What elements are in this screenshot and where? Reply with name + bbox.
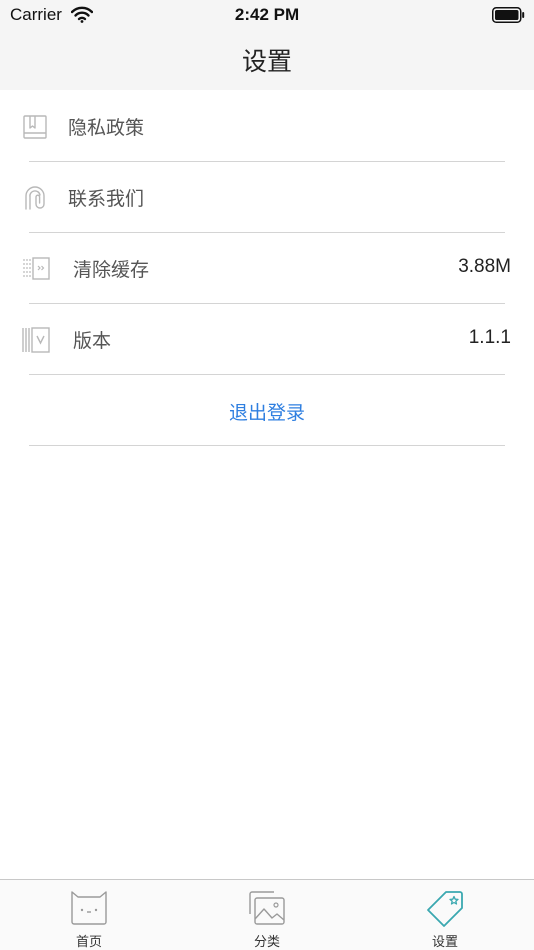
settings-list: 隐私政策 联系我们 清除缓存 3.88M 版本 1.1.1 退出登录 — [0, 91, 534, 446]
clear-cache-icon — [21, 255, 50, 283]
settings-row-version[interactable]: 版本 1.1.1 — [0, 304, 534, 375]
page-title: 设置 — [241, 47, 292, 76]
logout-button[interactable]: 退出登录 — [0, 375, 534, 446]
tab-label: 首页 — [75, 935, 102, 950]
status-time: 2:42 PM — [234, 5, 300, 24]
settings-row-clear-cache[interactable]: 清除缓存 3.88M — [0, 233, 534, 304]
contact-icon — [21, 184, 49, 212]
settings-row-privacy-policy[interactable]: 隐私政策 — [0, 91, 534, 162]
gallery-icon — [247, 888, 287, 928]
version-value: 1.1.1 — [468, 327, 511, 348]
settings-row-label: 清除缓存 — [73, 259, 150, 281]
settings-row-label: 隐私政策 — [68, 117, 145, 139]
home-face-icon — [69, 888, 109, 928]
tab-home[interactable]: 首页 — [0, 880, 178, 950]
settings-row-label: 联系我们 — [68, 188, 145, 210]
book-icon — [21, 113, 49, 141]
settings-row-contact-us[interactable]: 联系我们 — [0, 162, 534, 233]
tab-label: 分类 — [253, 935, 280, 950]
cache-size-value: 3.88M — [458, 256, 511, 277]
tab-category[interactable]: 分类 — [178, 880, 356, 950]
version-icon — [21, 326, 50, 354]
logout-label: 退出登录 — [228, 402, 305, 424]
tab-settings[interactable]: 设置 — [356, 880, 534, 950]
tab-label: 设置 — [431, 935, 458, 950]
settings-row-label: 版本 — [73, 330, 112, 352]
tag-star-icon — [425, 888, 465, 928]
tab-bar: 首页 分类 设置 — [0, 879, 534, 950]
status-bar: Carrier 2:42 PM — [0, 0, 534, 30]
battery-icon — [492, 7, 525, 27]
navigation-bar: 设置 — [0, 30, 534, 90]
divider — [29, 445, 505, 446]
